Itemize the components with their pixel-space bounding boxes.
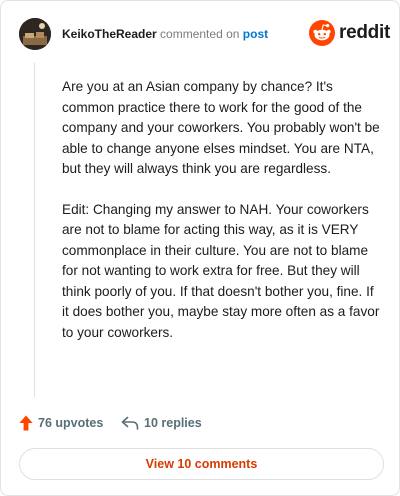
comment-meta: KeikoTheReader commented on post	[62, 27, 268, 41]
upvote-button[interactable]: 76 upvotes	[19, 413, 103, 433]
comment-body: Are you at an Asian company by chance? I…	[62, 77, 380, 343]
upvote-count: 76 upvotes	[38, 416, 104, 430]
post-link[interactable]: post	[243, 27, 268, 41]
comment-paragraph: Edit: Changing my answer to NAH. Your co…	[62, 201, 380, 340]
reddit-wordmark: reddit	[339, 22, 390, 43]
upvote-arrow-icon	[19, 415, 33, 431]
thread-line	[34, 63, 35, 397]
view-comments-button[interactable]: View 10 comments	[19, 448, 384, 480]
embedded-comment-card: KeikoTheReader commented on post reddit …	[0, 0, 400, 496]
reply-arrow-icon	[121, 416, 139, 430]
reddit-brand[interactable]: reddit	[309, 20, 390, 46]
reply-button[interactable]: 10 replies	[121, 413, 202, 433]
author-name[interactable]: KeikoTheReader	[62, 27, 157, 41]
action-text: commented on	[160, 27, 240, 41]
comment-header: KeikoTheReader commented on post reddit	[19, 18, 390, 50]
comment-paragraph: Are you at an Asian company by chance? I…	[62, 79, 380, 176]
reddit-logo-icon	[309, 20, 335, 46]
reply-count: 10 replies	[144, 416, 202, 430]
user-avatar[interactable]	[19, 18, 51, 50]
